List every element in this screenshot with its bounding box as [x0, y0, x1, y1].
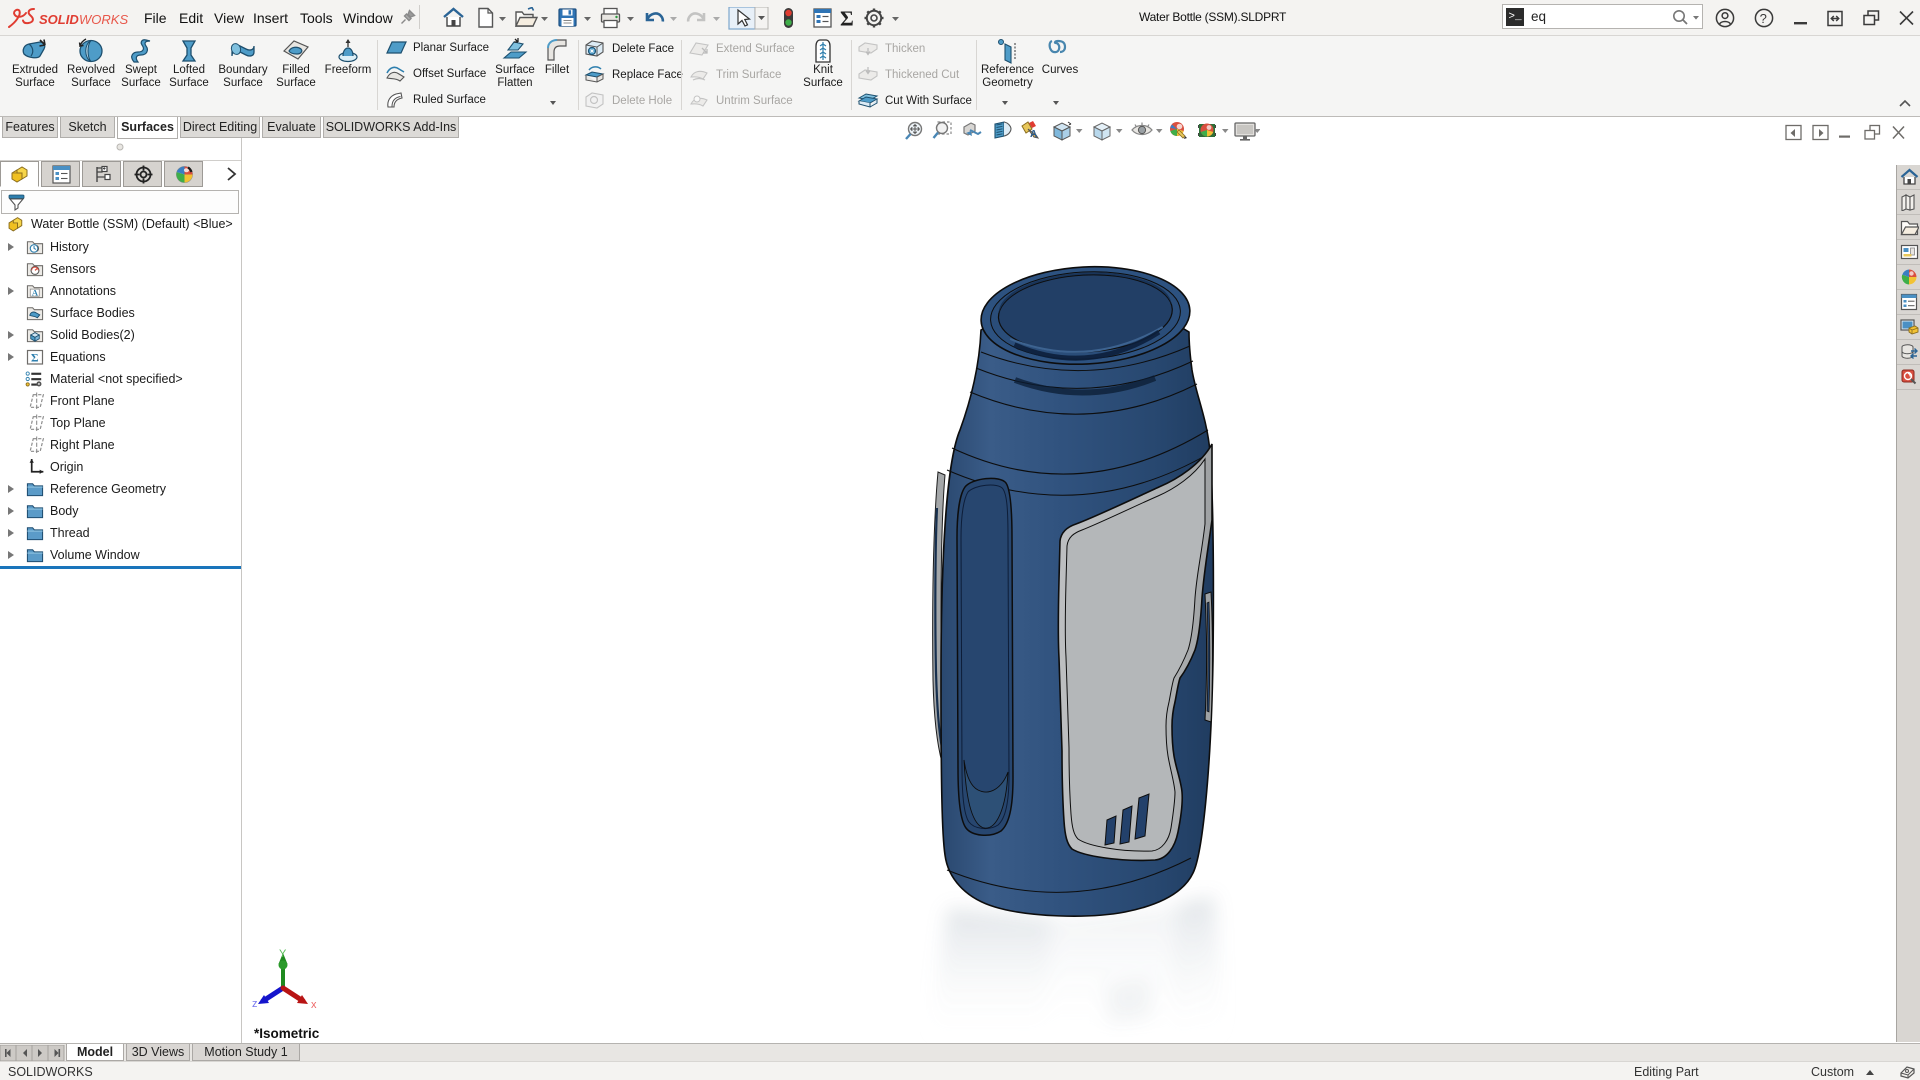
- svg-text:SOLID: SOLID: [39, 12, 79, 27]
- svg-text:A: A: [1030, 129, 1037, 140]
- svg-text:Σ: Σ: [31, 353, 39, 365]
- svg-text:z: z: [252, 998, 258, 1010]
- svg-text:x: x: [311, 999, 317, 1011]
- svg-text:WORKS: WORKS: [79, 12, 128, 27]
- svg-text:Σ: Σ: [840, 7, 854, 30]
- svg-text:A: A: [32, 288, 39, 298]
- svg-text:?: ?: [1760, 11, 1767, 26]
- svg-text:Y: Y: [279, 948, 287, 960]
